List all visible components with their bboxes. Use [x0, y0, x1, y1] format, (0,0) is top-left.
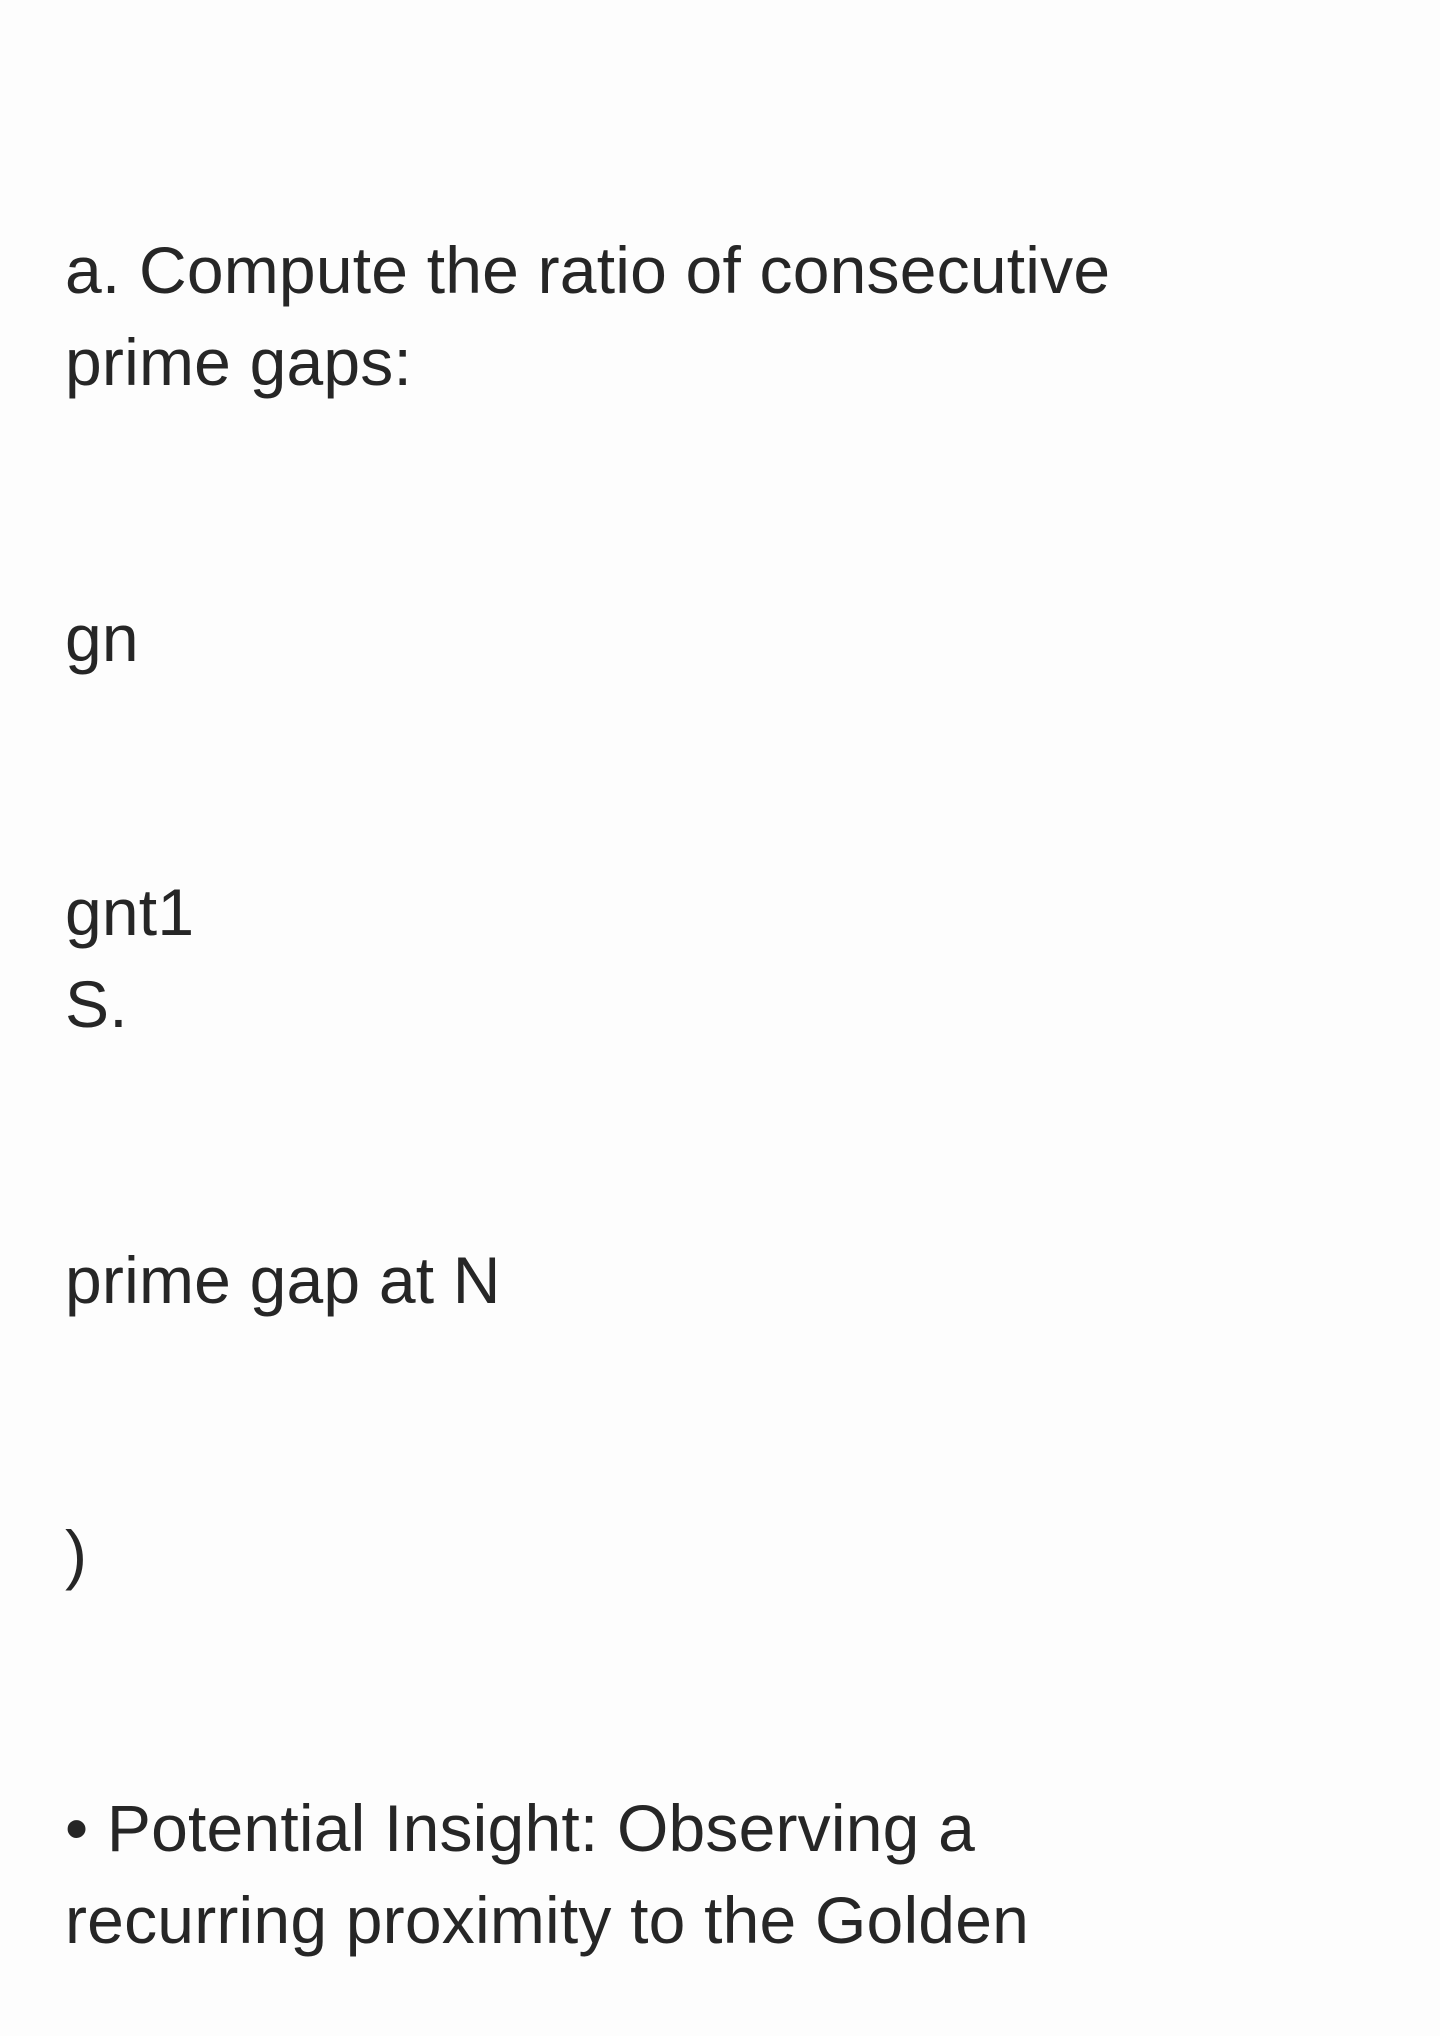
text-line-prime-gap-at-n: prime gap at N	[65, 1243, 501, 1317]
text-line-golden: recurring proximity to the Golden	[65, 1883, 1030, 1957]
document-page: a. Compute the ratio of consecutive prim…	[0, 0, 1440, 2036]
text-line-s: S.	[65, 967, 128, 1041]
text-line-gnt1: gnt1	[65, 875, 195, 949]
text-line-gn: gn	[65, 601, 139, 675]
text-line-paren: )	[65, 1517, 88, 1591]
text-line-compute-ratio: a. Compute the ratio of consecutive	[65, 233, 1111, 307]
text-line-prime-gaps: prime gaps:	[65, 325, 413, 399]
text-line-potential-insight: • Potential Insight: Observing a	[65, 1791, 976, 1865]
